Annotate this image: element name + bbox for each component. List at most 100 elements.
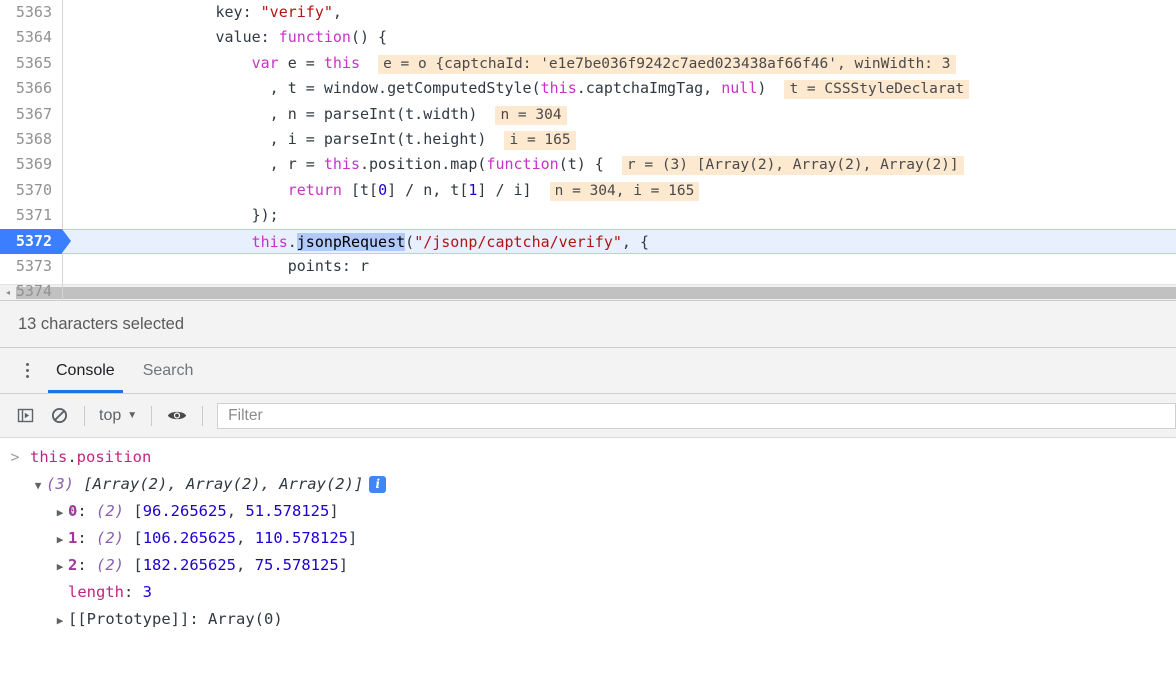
code-token: value:: [71, 28, 279, 47]
sources-code-panel[interactable]: 5363 key: "verify", 5364 value: function(…: [0, 0, 1176, 300]
scrollbar-thumb[interactable]: [16, 286, 1176, 299]
code-token: this: [540, 79, 577, 98]
code-token: this: [323, 53, 360, 72]
code-token: , n = parseInt(t.width): [71, 104, 478, 123]
line-number[interactable]: 5372: [0, 228, 71, 254]
console-toolbar: top ▼ Filter: [0, 394, 1176, 438]
bracket-open: [: [124, 502, 143, 520]
gutter-divider: [62, 0, 63, 26]
code-token: .: [287, 232, 297, 251]
info-icon[interactable]: i: [369, 476, 387, 493]
line-number[interactable]: 5369: [0, 152, 62, 177]
expand-triangle-icon[interactable]: ▶: [52, 553, 68, 580]
tab-console[interactable]: Console: [42, 348, 129, 393]
code-line-text[interactable]: , r = this.position.map(function(t) { r …: [63, 152, 1176, 177]
execution-context-select[interactable]: top ▼: [93, 407, 143, 425]
code-line-text[interactable]: value: function() {: [63, 25, 1176, 50]
console-prototype-row[interactable]: ▶ [[Prototype]]: Array(0): [0, 606, 1176, 633]
code-token: (t) {: [558, 155, 604, 174]
gutter-divider: [62, 177, 63, 204]
scrollbar-track[interactable]: [16, 285, 1176, 301]
code-line[interactable]: 5364 value: function() {: [0, 25, 1176, 51]
bracket-close: ]: [348, 529, 358, 547]
value-separator: ,: [236, 556, 255, 574]
code-line-text[interactable]: , n = parseInt(t.width) n = 304: [63, 102, 1176, 127]
array-index-key: 0: [68, 502, 78, 520]
console-array-row-content: ▶ 1: (2) [106.265625, 110.578125]: [30, 525, 358, 553]
console-result-header[interactable]: ▼ (3) [Array(2), Array(2), Array(2)] i: [0, 471, 1176, 515]
expand-triangle-icon[interactable]: ▶: [52, 526, 68, 553]
code-token: , i = parseInt(t.height): [71, 129, 487, 148]
code-line[interactable]: 5369 , r = this.position.map(function(t)…: [0, 152, 1176, 178]
code-line[interactable]: 5363 key: "verify",: [0, 0, 1176, 26]
code-line-text[interactable]: points: r: [63, 254, 1176, 279]
console-output[interactable]: > this.position ▼ (3) [Array(2), Array(2)…: [0, 438, 1176, 675]
status-bar: 13 characters selected: [0, 300, 1176, 348]
code-token: 0: [378, 180, 388, 199]
code-line-text[interactable]: key: "verify",: [63, 0, 1176, 25]
code-token: this: [251, 232, 288, 251]
console-sidebar-toggle-icon[interactable]: [8, 399, 42, 433]
key-separator: :: [77, 529, 97, 547]
toolbar-divider-3: [202, 405, 204, 426]
code-token: ,: [332, 3, 342, 21]
console-filter-input[interactable]: Filter: [217, 402, 1176, 429]
more-options-icon[interactable]: [12, 348, 42, 393]
tab-search[interactable]: Search: [129, 348, 208, 393]
line-number[interactable]: 5365: [0, 51, 62, 76]
expand-triangle-icon[interactable]: ▶: [52, 607, 68, 634]
expand-triangle-icon[interactable]: ▼: [30, 472, 46, 499]
code-horizontal-scrollbar[interactable]: ◂: [0, 284, 1176, 300]
console-filter-placeholder: Filter: [228, 406, 263, 424]
prototype-key: [[Prototype]]: [68, 610, 190, 628]
code-line-text[interactable]: this.jsonpRequest("/jsonp/captcha/verify…: [63, 228, 1176, 254]
code-token: , {: [621, 232, 649, 251]
code-token: null: [721, 79, 758, 98]
code-token: .position.map(: [360, 155, 487, 174]
line-number[interactable]: 5366: [0, 76, 62, 101]
line-number[interactable]: 5373: [0, 254, 62, 279]
expr-property: position: [76, 448, 152, 466]
code-line[interactable]: 5371 });: [0, 203, 1176, 229]
line-number[interactable]: 5370: [0, 178, 62, 203]
console-array-row[interactable]: ▶ 1: (2) [106.265625, 110.578125]: [0, 525, 1176, 552]
devtools-window: 5363 key: "verify", 5364 value: function(…: [0, 0, 1176, 675]
eye-icon[interactable]: [160, 399, 194, 433]
code-token: "verify": [260, 3, 333, 21]
console-array-row[interactable]: ▶ 2: (2) [182.265625, 75.578125]: [0, 552, 1176, 579]
code-line-text[interactable]: var e = this e = o {captchaId: 'e1e7be03…: [63, 51, 1176, 76]
expr-object: this: [30, 448, 68, 466]
line-number[interactable]: 5374: [0, 279, 62, 300]
code-line-text[interactable]: });: [63, 203, 1176, 228]
line-number[interactable]: 5371: [0, 203, 62, 228]
code-line[interactable]: 5367 , n = parseInt(t.width) n = 304: [0, 101, 1176, 127]
array-value: 110.578125: [254, 529, 349, 547]
clear-console-icon[interactable]: [42, 399, 76, 433]
array-length-count: (2): [96, 502, 125, 520]
console-length-row: length: 3: [0, 579, 1176, 606]
line-number[interactable]: 5363: [0, 0, 62, 25]
code-line[interactable]: 5373 points: r: [0, 253, 1176, 280]
code-line[interactable]: 5370 return [t[0] / n, t[1] / i] n = 304…: [0, 177, 1176, 204]
code-line[interactable]: 5372 this.jsonpRequest("/jsonp/captcha/v…: [0, 228, 1176, 254]
bracket-open: [: [124, 529, 143, 547]
response-arrow-icon: [0, 471, 78, 552]
gutter-divider: [62, 50, 63, 77]
code-token: key:: [71, 3, 261, 21]
array-value: 75.578125: [254, 556, 339, 574]
array-index-key: 2: [68, 556, 78, 574]
code-line-text[interactable]: , t = window.getComputedStyle(this.captc…: [63, 76, 1176, 101]
code-line[interactable]: 5366 , t = window.getComputedStyle(this.…: [0, 76, 1176, 102]
line-number[interactable]: 5364: [0, 25, 62, 50]
prototype-separator: :: [189, 610, 208, 628]
array-value: 51.578125: [245, 502, 330, 520]
line-number[interactable]: 5367: [0, 102, 62, 127]
expand-triangle-icon[interactable]: ▶: [52, 499, 68, 526]
line-number[interactable]: 5368: [0, 127, 62, 152]
code-line[interactable]: 5365 var e = this e = o {captchaId: 'e1e…: [0, 50, 1176, 77]
code-line[interactable]: 5368 , i = parseInt(t.height) i = 165: [0, 126, 1176, 153]
console-array-row[interactable]: ▶ 0: (2) [96.265625, 51.578125]: [0, 498, 1176, 525]
code-line-text[interactable]: , i = parseInt(t.height) i = 165: [63, 127, 1176, 152]
array-length-count: (2): [96, 556, 125, 574]
code-line-text[interactable]: return [t[0] / n, t[1] / i] n = 304, i =…: [63, 178, 1176, 203]
